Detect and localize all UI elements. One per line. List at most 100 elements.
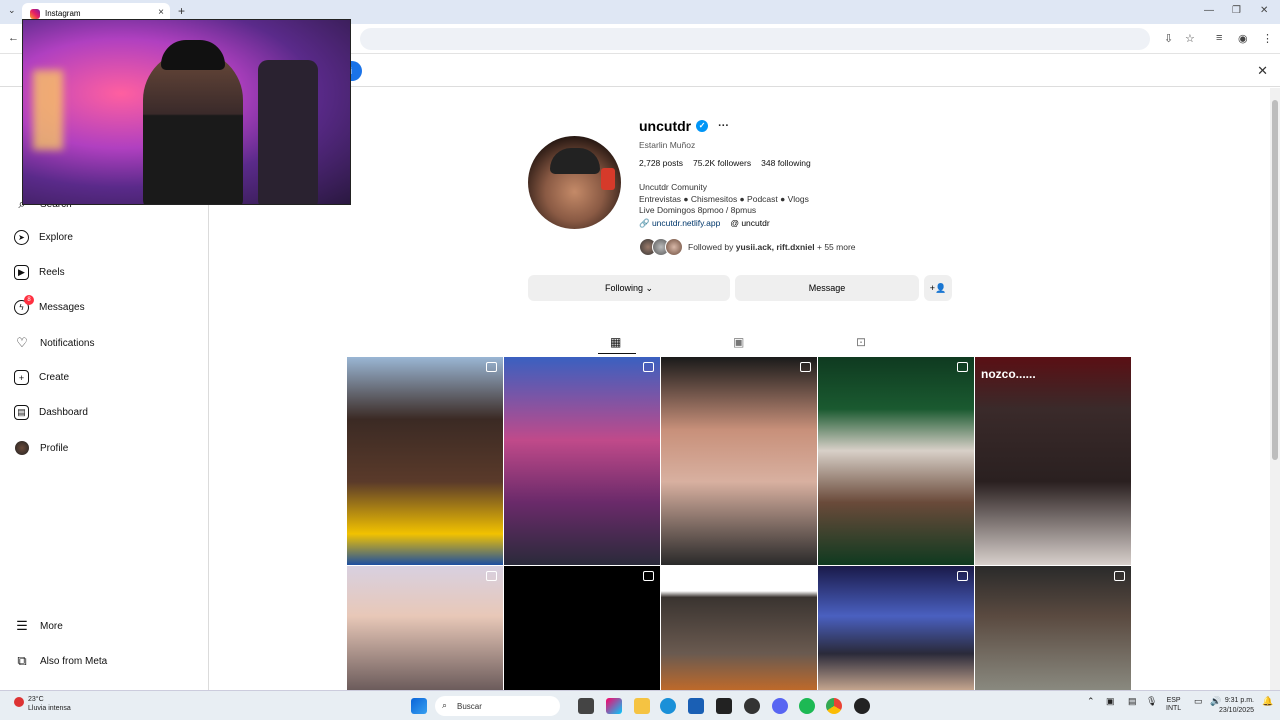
spotify-icon[interactable] xyxy=(799,698,815,714)
sidebar-item-profile[interactable]: Profile xyxy=(14,440,68,456)
options-icon[interactable]: ··· xyxy=(718,120,729,132)
profile-links: 🔗 uncutdr.netlify.app @ uncutdr xyxy=(639,218,770,229)
app-icon[interactable] xyxy=(744,698,760,714)
post-thumbnail[interactable] xyxy=(975,566,1131,691)
reel-icon xyxy=(643,571,654,581)
scrollbar-thumb[interactable] xyxy=(1272,100,1278,460)
weather-alert-icon xyxy=(14,697,24,707)
instagram-favicon-icon xyxy=(30,8,40,19)
sidebar-item-more[interactable]: ☰ More xyxy=(14,618,63,634)
page-scrollbar[interactable] xyxy=(1270,88,1280,690)
windows-taskbar: 23°C Lluvia intensa ⌕ Buscar ⌃ ▣ ▤ 🎙 ESP… xyxy=(0,690,1280,720)
reel-icon xyxy=(800,362,811,372)
tray-chevron-icon[interactable]: ⌃ xyxy=(1087,697,1095,706)
search-icon: ⌕ xyxy=(442,700,448,710)
sidebar-item-explore[interactable]: ➤ Explore xyxy=(14,230,73,245)
reels-icon: ▶ xyxy=(14,265,29,280)
tab-posts-grid-icon[interactable]: ▦ xyxy=(610,335,621,349)
minimize-button[interactable]: — xyxy=(1204,5,1214,16)
info-bar-close-icon[interactable]: ✕ xyxy=(1257,63,1268,79)
posts-stat: 2,728 posts xyxy=(639,158,683,168)
tab-reels-icon[interactable]: ▣ xyxy=(733,335,744,349)
profile-username-row: uncutdr ✓ ··· xyxy=(639,118,729,134)
bookmark-star-icon[interactable]: ☆ xyxy=(1185,32,1195,45)
reel-icon xyxy=(1114,571,1125,581)
webcam-overlay xyxy=(22,19,351,205)
verified-badge-icon: ✓ xyxy=(696,120,709,132)
notification-bell-icon[interactable]: 🔔 xyxy=(1262,697,1273,706)
post-thumbnail[interactable] xyxy=(661,357,817,565)
sidebar-item-notifications[interactable]: ♡ Notifications xyxy=(14,335,94,351)
post-thumbnail[interactable] xyxy=(661,566,817,691)
post-thumbnail[interactable] xyxy=(818,357,974,565)
following-stat[interactable]: 348 following xyxy=(761,158,811,168)
post-thumbnail[interactable] xyxy=(347,566,503,691)
back-button[interactable]: ← xyxy=(8,32,19,44)
sidebar-item-messages[interactable]: ϟ 8 Messages xyxy=(14,295,85,315)
window-close-button[interactable]: ✕ xyxy=(1260,5,1268,16)
windows-start-icon[interactable] xyxy=(411,698,427,714)
active-tab-indicator xyxy=(598,353,636,354)
post-thumbnail[interactable] xyxy=(818,566,974,691)
tab-close-icon[interactable]: × xyxy=(158,7,164,18)
sidebar-item-also-from-meta[interactable]: ⧉ Also from Meta xyxy=(14,653,107,669)
taskbar-clock[interactable]: 9:31 p.m. 23/10/2025 xyxy=(1219,696,1254,716)
tray-app-icon[interactable]: ▤ xyxy=(1128,697,1137,706)
followers-stat[interactable]: 75.2K followers xyxy=(693,158,751,168)
reel-icon xyxy=(486,571,497,581)
reel-icon xyxy=(957,362,968,372)
post-thumbnail[interactable] xyxy=(504,357,660,565)
followed-by[interactable]: Followed by yusii.ack, rift.dxniel + 55 … xyxy=(639,238,856,256)
language-indicator[interactable]: ESP INTL xyxy=(1166,697,1181,713)
message-button[interactable]: Message xyxy=(735,275,919,301)
tab-search-button[interactable]: ⌄ xyxy=(8,5,16,16)
reel-icon xyxy=(486,362,497,372)
task-view-icon[interactable] xyxy=(578,698,594,714)
sidebar-item-label: More xyxy=(40,620,63,632)
profile-website-link[interactable]: 🔗 uncutdr.netlify.app xyxy=(639,218,720,229)
tray-app-icon[interactable]: ▣ xyxy=(1106,697,1115,706)
post-thumbnail[interactable]: nozco...... xyxy=(975,357,1131,565)
reel-icon xyxy=(643,362,654,372)
obs-icon[interactable] xyxy=(854,698,870,714)
discord-icon[interactable] xyxy=(772,698,788,714)
threads-link[interactable]: @ uncutdr xyxy=(730,218,769,229)
chrome-icon[interactable] xyxy=(826,698,842,714)
store-icon[interactable] xyxy=(688,698,704,714)
tab-title: Instagram xyxy=(45,9,81,18)
menu-icon[interactable]: ⋮ xyxy=(1262,32,1273,45)
profile-avatar[interactable] xyxy=(528,136,621,229)
sidebar-item-reels[interactable]: ▶ Reels xyxy=(14,265,65,280)
sidebar-item-label: Dashboard xyxy=(39,407,88,418)
extensions-icon[interactable]: ≡ xyxy=(1216,32,1222,44)
add-user-button[interactable]: +👤 xyxy=(924,275,952,301)
new-tab-button[interactable]: + xyxy=(178,4,185,18)
file-explorer-icon[interactable] xyxy=(634,698,650,714)
post-overlay-text: nozco...... xyxy=(981,367,1036,381)
capcut-icon[interactable] xyxy=(716,698,732,714)
edge-icon[interactable] xyxy=(660,698,676,714)
post-thumbnail[interactable] xyxy=(504,566,660,691)
install-app-icon[interactable]: ⇩ xyxy=(1164,32,1173,45)
taskbar-search[interactable]: ⌕ Buscar xyxy=(435,696,560,716)
microphone-icon[interactable]: 🎙 xyxy=(1146,697,1157,706)
reel-icon xyxy=(800,571,811,581)
tab-tagged-icon[interactable]: ⊡ xyxy=(856,335,866,349)
reel-icon xyxy=(957,571,968,581)
maximize-button[interactable]: ❐ xyxy=(1232,5,1241,16)
post-thumbnail[interactable] xyxy=(347,357,503,565)
heart-icon: ♡ xyxy=(16,335,28,350)
weather-widget[interactable]: 23°C Lluvia intensa xyxy=(14,695,71,713)
sidebar-item-label: Messages xyxy=(39,302,85,313)
following-button[interactable]: Following ⌄ xyxy=(528,275,730,301)
address-bar[interactable] xyxy=(360,28,1150,50)
network-icon[interactable]: ▭ xyxy=(1194,697,1203,706)
sidebar-item-label: Profile xyxy=(40,442,69,454)
profile-icon[interactable]: ◉ xyxy=(1238,32,1248,45)
sidebar-item-dashboard[interactable]: ▤ Dashboard xyxy=(14,405,88,420)
sidebar-item-label: Create xyxy=(39,372,70,383)
copilot-icon[interactable] xyxy=(606,698,622,714)
sidebar-item-create[interactable]: + Create xyxy=(14,370,69,385)
profile-full-name: Estarlin Muñoz xyxy=(639,140,696,150)
compass-icon: ➤ xyxy=(14,230,29,245)
